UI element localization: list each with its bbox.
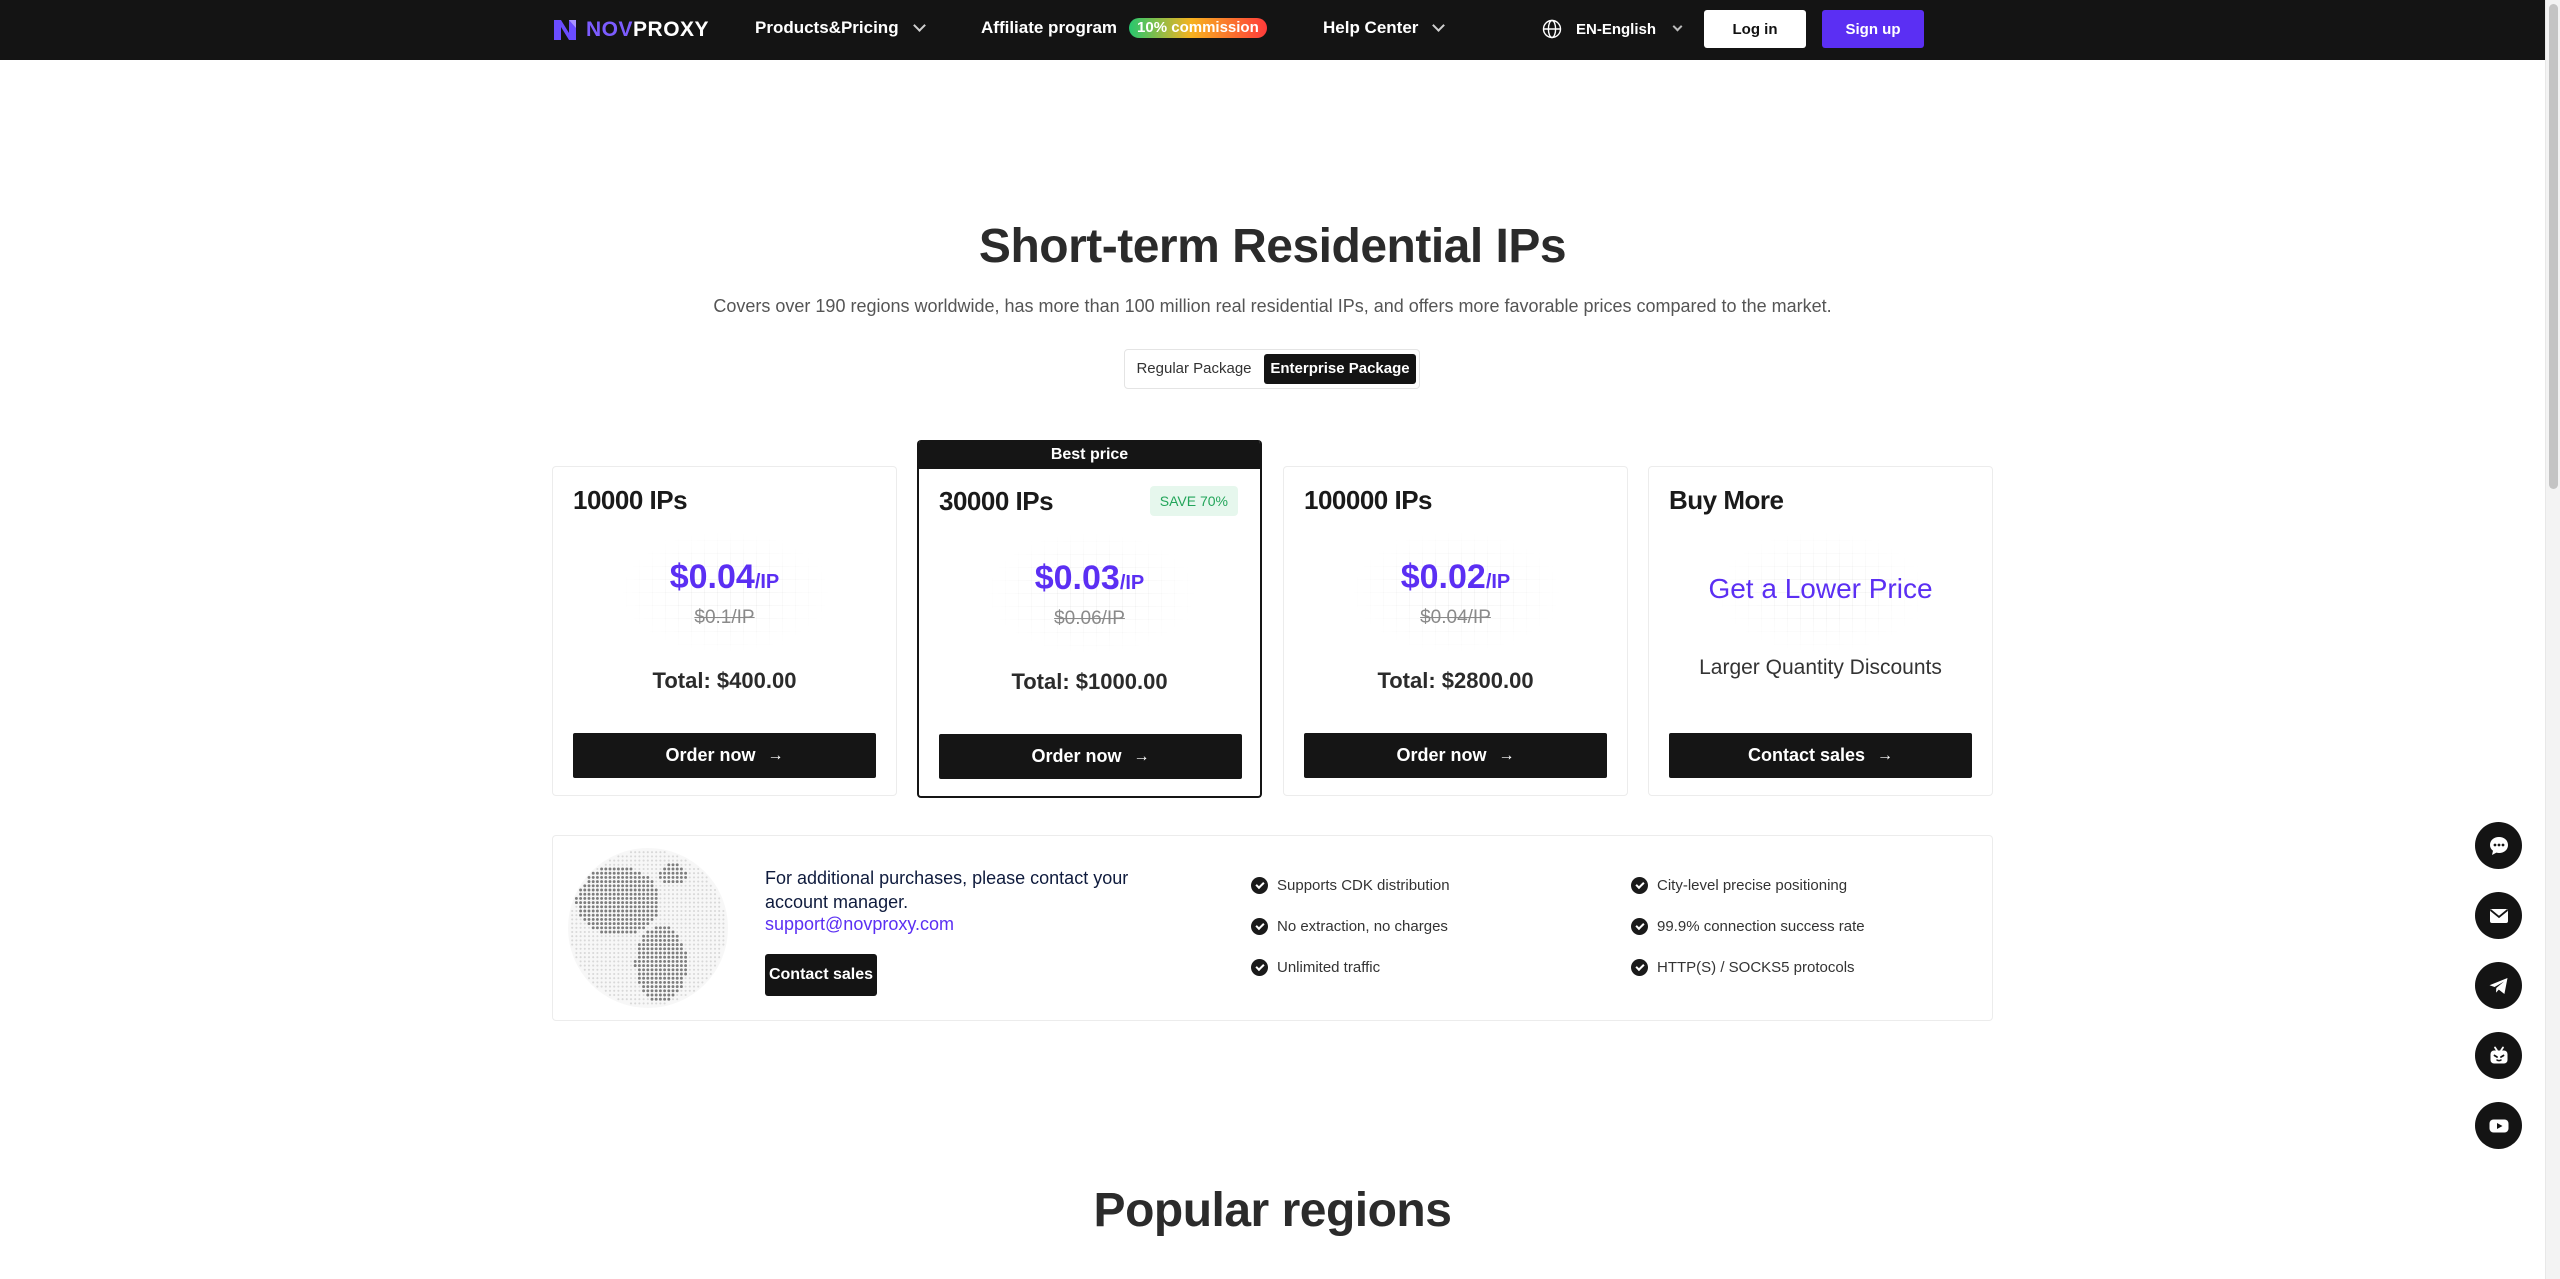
quantity-discounts-text: Larger Quantity Discounts [1699,656,1942,679]
best-price-tag: Best price [919,440,1260,469]
contact-sales-button[interactable]: Contact sales → [1669,733,1972,778]
plan-card-10000: 10000 IPs $0.04/IP $0.1/IP Total: $400.0… [552,466,897,796]
page-scrollbar[interactable] [2545,0,2560,1279]
popular-regions-title: Popular regions [1093,1184,1452,1237]
plan-old-price: $0.1/IP [694,607,755,628]
bot-icon [2490,1046,2507,1063]
plan-title: 30000 IPs [939,486,1054,516]
chevron-down-icon [1432,19,1446,32]
support-email-link[interactable]: support@novproxy.com [765,914,954,935]
contact-sales-label: Contact sales [1747,745,1866,765]
globe-icon [1542,19,1562,39]
enterprise-info-panel: For additional purchases, please contact… [552,835,1993,1021]
chat-button[interactable] [2475,822,2522,869]
arrow-right-icon: → [1877,746,1894,764]
feature-label: City-level precise positioning [1657,877,1848,894]
email-button[interactable] [2475,892,2522,939]
feature-label: No extraction, no charges [1277,918,1448,935]
nav-products-pricing[interactable]: Products&Pricing [755,18,926,38]
feature-item: No extraction, no charges [1251,918,1448,935]
scrollbar-thumb[interactable] [2549,4,2558,489]
order-now-button[interactable]: Order now → [1304,733,1607,778]
bot-button[interactable] [2475,1032,2522,1079]
login-button[interactable]: Log in [1704,10,1806,48]
package-toggle: Regular Package Enterprise Package [1124,349,1420,389]
logo[interactable]: NOVPROXY [552,16,709,44]
plan-total: Total: $1000.00 [1011,669,1168,694]
plan-title: 100000 IPs [1304,485,1433,515]
order-now-button[interactable]: Order now → [939,734,1242,779]
youtube-button[interactable] [2475,1102,2522,1149]
feature-item: HTTP(S) / SOCKS5 protocols [1631,959,1855,976]
plan-total: Total: $400.00 [652,668,797,693]
feature-label: Supports CDK distribution [1277,877,1450,894]
order-now-label: Order now [1396,745,1487,765]
feature-item: 99.9% connection success rate [1631,918,1865,935]
plan-price: $0.04/IP [669,558,780,596]
chevron-down-icon [912,19,926,32]
check-circle-icon [1631,877,1648,894]
language-selector[interactable]: EN-English [1542,19,1683,39]
feature-label: HTTP(S) / SOCKS5 protocols [1657,959,1855,976]
page-title: Short-term Residential IPs [978,220,1567,273]
world-globe-illustration [568,848,728,1008]
order-now-button[interactable]: Order now → [573,733,876,778]
save-badge: SAVE 70% [1149,486,1238,516]
telegram-icon [2489,977,2507,994]
mail-icon [2489,908,2508,923]
feature-item: Unlimited traffic [1251,959,1380,976]
plan-card-30000: Best price 30000 IPs SAVE 70% $0.03/IP $… [917,440,1262,798]
order-now-label: Order now [665,745,756,765]
signup-button[interactable]: Sign up [1822,10,1924,48]
plan-card-100000: 100000 IPs $0.02/IP $0.04/IP Total: $280… [1283,466,1628,796]
lower-price-headline: Get a Lower Price [1708,573,1933,604]
check-circle-icon [1631,959,1648,976]
top-navbar: NOVPROXY Products&Pricing Affiliate prog… [0,0,2560,60]
telegram-button[interactable] [2475,962,2522,1009]
plan-price: $0.02/IP [1400,558,1511,596]
chat-icon [2489,836,2508,855]
nav-help-label: Help Center [1323,18,1419,37]
language-label: EN-English [1576,20,1657,38]
tab-regular-package[interactable]: Regular Package [1131,354,1257,384]
plan-title: Buy More [1669,485,1784,515]
chevron-down-icon [1672,21,1683,32]
youtube-icon [2489,1119,2508,1132]
plan-title: 10000 IPs [573,485,688,515]
check-circle-icon [1631,918,1648,935]
nav-affiliate-label: Affiliate program [981,18,1118,37]
commission-badge: 10% commission [1129,18,1267,38]
logo-text: NOVPROXY [586,18,710,41]
arrow-right-icon: → [1498,746,1515,764]
tab-enterprise-package[interactable]: Enterprise Package [1264,354,1416,384]
contact-sales-small-button[interactable]: Contact sales [765,954,877,996]
order-now-label: Order now [1031,746,1122,766]
nav-affiliate-program[interactable]: Affiliate program 10% commission [981,18,1267,38]
check-circle-icon [1251,877,1268,894]
check-circle-icon [1251,959,1268,976]
account-manager-text: For additional purchases, please contact… [765,868,1129,912]
plan-old-price: $0.04/IP [1420,607,1491,628]
plan-total: Total: $2800.00 [1377,668,1534,693]
logo-icon [554,20,576,40]
nav-products-label: Products&Pricing [755,18,899,37]
plan-price: $0.03/IP [1034,559,1145,597]
page-subtitle: Covers over 190 regions worldwide, has m… [713,296,1832,316]
feature-label: 99.9% connection success rate [1657,918,1865,935]
check-circle-icon [1251,918,1268,935]
feature-label: Unlimited traffic [1277,959,1381,976]
arrow-right-icon: → [1133,747,1150,765]
arrow-right-icon: → [767,746,784,764]
plan-card-buy-more: Buy More Get a Lower Price Larger Quanti… [1648,466,1993,796]
nav-help-center[interactable]: Help Center [1323,18,1446,38]
plan-old-price: $0.06/IP [1054,608,1125,629]
feature-item: Supports CDK distribution [1251,877,1450,894]
feature-item: City-level precise positioning [1631,877,1847,894]
